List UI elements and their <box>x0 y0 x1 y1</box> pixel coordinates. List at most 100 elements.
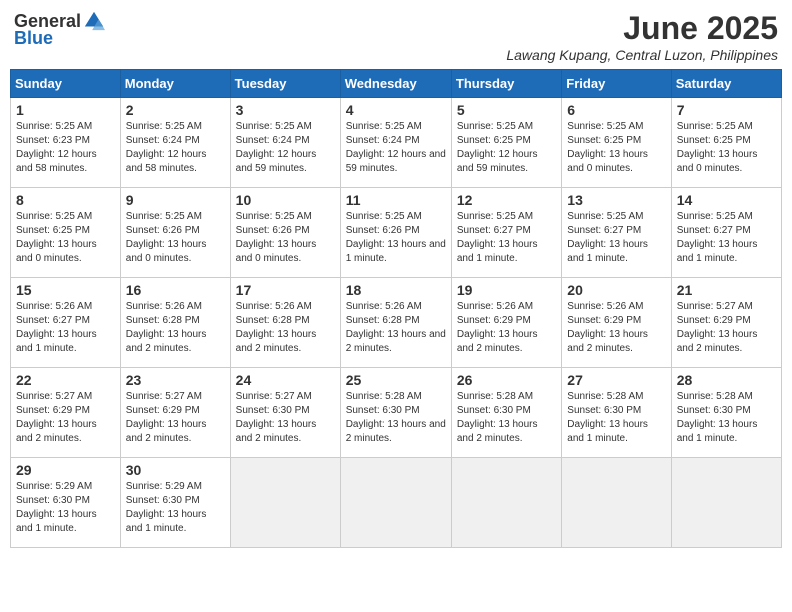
table-row: 29 Sunrise: 5:29 AMSunset: 6:30 PMDaylig… <box>11 458 782 548</box>
day-number: 2 <box>126 102 225 118</box>
day-info: Sunrise: 5:27 AMSunset: 6:29 PMDaylight:… <box>126 391 207 444</box>
day-number: 28 <box>677 372 776 388</box>
calendar-header-row: Sunday Monday Tuesday Wednesday Thursday… <box>11 70 782 98</box>
day-info: Sunrise: 5:28 AMSunset: 6:30 PMDaylight:… <box>677 391 758 444</box>
cell-jun4: 4 Sunrise: 5:25 AMSunset: 6:24 PMDayligh… <box>340 98 451 188</box>
day-info: Sunrise: 5:25 AMSunset: 6:24 PMDaylight:… <box>126 121 207 174</box>
month-year-title: June 2025 <box>506 10 778 47</box>
table-row: 15 Sunrise: 5:26 AMSunset: 6:27 PMDaylig… <box>11 278 782 368</box>
day-info: Sunrise: 5:25 AMSunset: 6:26 PMDaylight:… <box>126 211 207 264</box>
day-number: 5 <box>457 102 556 118</box>
day-info: Sunrise: 5:25 AMSunset: 6:26 PMDaylight:… <box>236 211 317 264</box>
logo-blue: Blue <box>14 28 53 49</box>
cell-jun24: 24 Sunrise: 5:27 AMSunset: 6:30 PMDaylig… <box>230 368 340 458</box>
cell-jun10: 10 Sunrise: 5:25 AMSunset: 6:26 PMDaylig… <box>230 188 340 278</box>
cell-jun9: 9 Sunrise: 5:25 AMSunset: 6:26 PMDayligh… <box>120 188 230 278</box>
day-number: 3 <box>236 102 335 118</box>
day-number: 1 <box>16 102 115 118</box>
day-number: 21 <box>677 282 776 298</box>
cell-jun25: 25 Sunrise: 5:28 AMSunset: 6:30 PMDaylig… <box>340 368 451 458</box>
table-row: 22 Sunrise: 5:27 AMSunset: 6:29 PMDaylig… <box>11 368 782 458</box>
page-header: General Blue June 2025 Lawang Kupang, Ce… <box>10 10 782 63</box>
cell-jun23: 23 Sunrise: 5:27 AMSunset: 6:29 PMDaylig… <box>120 368 230 458</box>
day-info: Sunrise: 5:27 AMSunset: 6:30 PMDaylight:… <box>236 391 317 444</box>
day-number: 8 <box>16 192 115 208</box>
cell-jun15: 15 Sunrise: 5:26 AMSunset: 6:27 PMDaylig… <box>11 278 121 368</box>
day-number: 26 <box>457 372 556 388</box>
cell-jun16: 16 Sunrise: 5:26 AMSunset: 6:28 PMDaylig… <box>120 278 230 368</box>
cell-jun20: 20 Sunrise: 5:26 AMSunset: 6:29 PMDaylig… <box>562 278 671 368</box>
day-number: 17 <box>236 282 335 298</box>
day-number: 7 <box>677 102 776 118</box>
col-friday: Friday <box>562 70 671 98</box>
day-info: Sunrise: 5:25 AMSunset: 6:25 PMDaylight:… <box>16 211 97 264</box>
cell-jun30: 30 Sunrise: 5:29 AMSunset: 6:30 PMDaylig… <box>120 458 230 548</box>
day-info: Sunrise: 5:25 AMSunset: 6:26 PMDaylight:… <box>346 211 446 264</box>
cell-jun13: 13 Sunrise: 5:25 AMSunset: 6:27 PMDaylig… <box>562 188 671 278</box>
day-info: Sunrise: 5:25 AMSunset: 6:24 PMDaylight:… <box>236 121 317 174</box>
day-number: 23 <box>126 372 225 388</box>
day-number: 11 <box>346 192 446 208</box>
day-info: Sunrise: 5:28 AMSunset: 6:30 PMDaylight:… <box>346 391 446 444</box>
day-info: Sunrise: 5:25 AMSunset: 6:27 PMDaylight:… <box>677 211 758 264</box>
day-number: 13 <box>567 192 665 208</box>
cell-jun6: 6 Sunrise: 5:25 AMSunset: 6:25 PMDayligh… <box>562 98 671 188</box>
cell-empty <box>562 458 671 548</box>
cell-jun2: 2 Sunrise: 5:25 AMSunset: 6:24 PMDayligh… <box>120 98 230 188</box>
day-number: 20 <box>567 282 665 298</box>
cell-jun18: 18 Sunrise: 5:26 AMSunset: 6:28 PMDaylig… <box>340 278 451 368</box>
day-info: Sunrise: 5:25 AMSunset: 6:25 PMDaylight:… <box>457 121 538 174</box>
day-number: 29 <box>16 462 115 478</box>
location-subtitle: Lawang Kupang, Central Luzon, Philippine… <box>506 47 778 63</box>
cell-jun5: 5 Sunrise: 5:25 AMSunset: 6:25 PMDayligh… <box>451 98 561 188</box>
day-number: 14 <box>677 192 776 208</box>
day-number: 19 <box>457 282 556 298</box>
day-number: 15 <box>16 282 115 298</box>
col-tuesday: Tuesday <box>230 70 340 98</box>
day-info: Sunrise: 5:25 AMSunset: 6:24 PMDaylight:… <box>346 121 446 174</box>
day-number: 6 <box>567 102 665 118</box>
day-info: Sunrise: 5:29 AMSunset: 6:30 PMDaylight:… <box>126 481 207 534</box>
day-info: Sunrise: 5:27 AMSunset: 6:29 PMDaylight:… <box>16 391 97 444</box>
day-info: Sunrise: 5:25 AMSunset: 6:27 PMDaylight:… <box>567 211 648 264</box>
cell-jun26: 26 Sunrise: 5:28 AMSunset: 6:30 PMDaylig… <box>451 368 561 458</box>
col-monday: Monday <box>120 70 230 98</box>
table-row: 8 Sunrise: 5:25 AMSunset: 6:25 PMDayligh… <box>11 188 782 278</box>
cell-jun21: 21 Sunrise: 5:27 AMSunset: 6:29 PMDaylig… <box>671 278 781 368</box>
cell-jun27: 27 Sunrise: 5:28 AMSunset: 6:30 PMDaylig… <box>562 368 671 458</box>
day-info: Sunrise: 5:25 AMSunset: 6:27 PMDaylight:… <box>457 211 538 264</box>
day-info: Sunrise: 5:26 AMSunset: 6:28 PMDaylight:… <box>236 301 317 354</box>
cell-jun22: 22 Sunrise: 5:27 AMSunset: 6:29 PMDaylig… <box>11 368 121 458</box>
logo-icon <box>83 10 105 32</box>
day-info: Sunrise: 5:28 AMSunset: 6:30 PMDaylight:… <box>567 391 648 444</box>
day-info: Sunrise: 5:28 AMSunset: 6:30 PMDaylight:… <box>457 391 538 444</box>
cell-jun28: 28 Sunrise: 5:28 AMSunset: 6:30 PMDaylig… <box>671 368 781 458</box>
cell-jun8: 8 Sunrise: 5:25 AMSunset: 6:25 PMDayligh… <box>11 188 121 278</box>
day-info: Sunrise: 5:29 AMSunset: 6:30 PMDaylight:… <box>16 481 97 534</box>
cell-jun29: 29 Sunrise: 5:29 AMSunset: 6:30 PMDaylig… <box>11 458 121 548</box>
cell-jun19: 19 Sunrise: 5:26 AMSunset: 6:29 PMDaylig… <box>451 278 561 368</box>
day-info: Sunrise: 5:25 AMSunset: 6:25 PMDaylight:… <box>677 121 758 174</box>
calendar-table: Sunday Monday Tuesday Wednesday Thursday… <box>10 69 782 548</box>
logo: General Blue <box>14 10 105 49</box>
cell-jun1: 1 Sunrise: 5:25 AMSunset: 6:23 PMDayligh… <box>11 98 121 188</box>
day-info: Sunrise: 5:26 AMSunset: 6:29 PMDaylight:… <box>567 301 648 354</box>
day-info: Sunrise: 5:25 AMSunset: 6:25 PMDaylight:… <box>567 121 648 174</box>
cell-jun12: 12 Sunrise: 5:25 AMSunset: 6:27 PMDaylig… <box>451 188 561 278</box>
cell-jun14: 14 Sunrise: 5:25 AMSunset: 6:27 PMDaylig… <box>671 188 781 278</box>
col-thursday: Thursday <box>451 70 561 98</box>
day-number: 30 <box>126 462 225 478</box>
col-saturday: Saturday <box>671 70 781 98</box>
cell-jun7: 7 Sunrise: 5:25 AMSunset: 6:25 PMDayligh… <box>671 98 781 188</box>
cell-jun17: 17 Sunrise: 5:26 AMSunset: 6:28 PMDaylig… <box>230 278 340 368</box>
day-info: Sunrise: 5:26 AMSunset: 6:29 PMDaylight:… <box>457 301 538 354</box>
day-number: 18 <box>346 282 446 298</box>
table-row: 1 Sunrise: 5:25 AMSunset: 6:23 PMDayligh… <box>11 98 782 188</box>
cell-jun3: 3 Sunrise: 5:25 AMSunset: 6:24 PMDayligh… <box>230 98 340 188</box>
day-info: Sunrise: 5:26 AMSunset: 6:28 PMDaylight:… <box>346 301 446 354</box>
cell-empty <box>671 458 781 548</box>
day-info: Sunrise: 5:26 AMSunset: 6:27 PMDaylight:… <box>16 301 97 354</box>
day-number: 10 <box>236 192 335 208</box>
day-number: 16 <box>126 282 225 298</box>
col-sunday: Sunday <box>11 70 121 98</box>
